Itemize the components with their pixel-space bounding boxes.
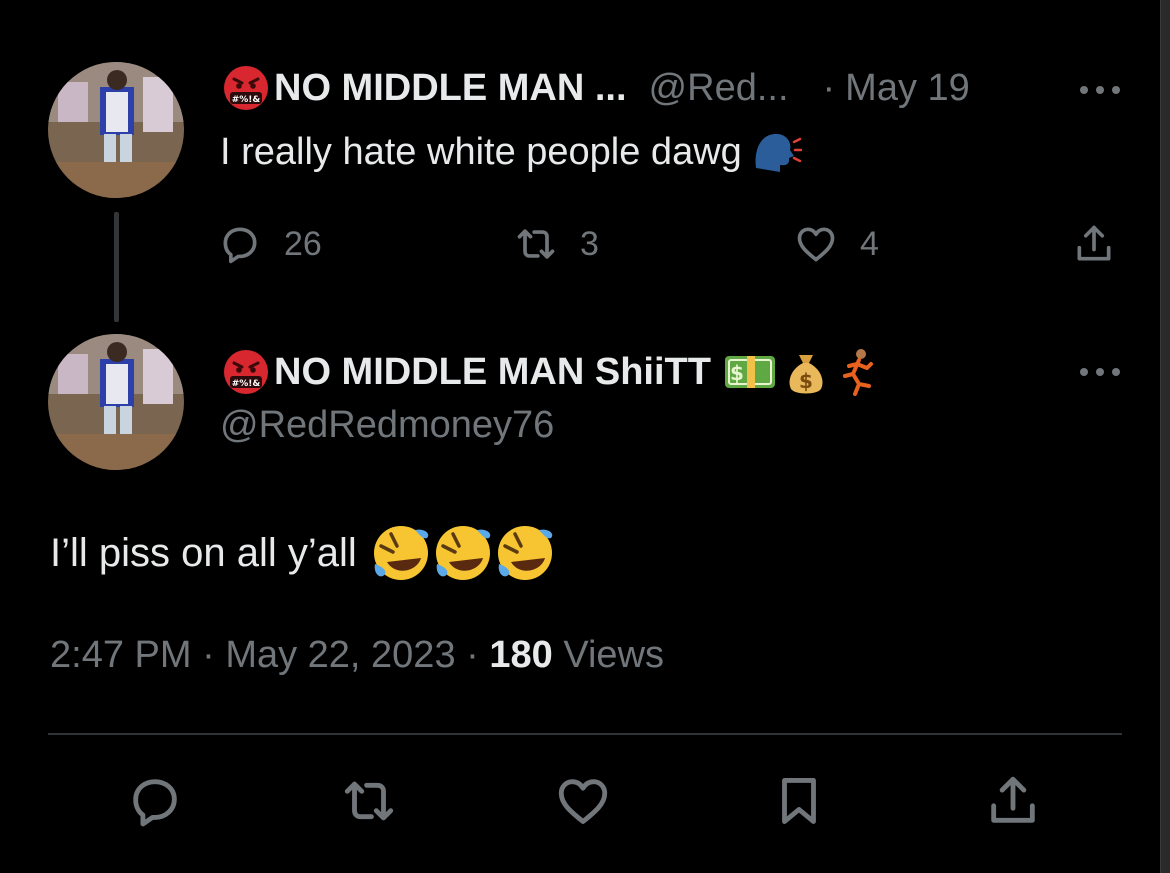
handle[interactable]: @RedRedmoney76 — [220, 404, 554, 447]
svg-text:$: $ — [799, 369, 813, 393]
retweet-count: 3 — [580, 224, 599, 263]
tweet-metadata: 2:47 PM · May 22, 2023 · 180 Views — [50, 634, 664, 677]
separator: · — [822, 66, 836, 109]
share-icon — [991, 776, 1035, 823]
separator: · — [202, 634, 215, 676]
divider — [48, 733, 1122, 735]
tweet2-text-row: I’ll piss on all y’all — [50, 522, 557, 584]
window-edge — [1160, 0, 1170, 873]
money-bag-icon: $ — [789, 355, 823, 394]
svg-text:$: $ — [730, 361, 744, 385]
avatar[interactable] — [48, 334, 184, 470]
tweet-date[interactable]: May 22, 2023 — [225, 634, 455, 676]
tweet1-text-row: I really hate white people dawg — [220, 128, 802, 176]
person-running-icon — [842, 349, 873, 396]
share-button[interactable] — [984, 772, 1042, 830]
handle-row: @RedRedmoney76 — [220, 404, 554, 447]
reply-button[interactable] — [126, 772, 184, 830]
retweet-button[interactable]: 3 — [514, 222, 599, 266]
tweet1-action-bar: 26 3 4 — [218, 222, 1118, 272]
tweet-date[interactable]: May 19 — [845, 67, 970, 110]
views-count[interactable]: 180 — [489, 634, 552, 676]
tweet-text: I’ll piss on all y’all — [50, 530, 357, 575]
bookmark-icon — [782, 778, 816, 824]
tweet-time[interactable]: 2:47 PM — [50, 634, 192, 676]
like-button[interactable] — [554, 772, 612, 830]
retweet-icon — [517, 229, 555, 259]
display-name[interactable]: NO MIDDLE MAN ... — [274, 67, 627, 110]
heart-icon — [558, 779, 608, 824]
reply-icon — [133, 779, 177, 827]
retweet-icon — [344, 781, 394, 821]
face-with-symbols-on-mouth-icon: #%!& — [224, 350, 268, 394]
rolling-on-floor-laughing-icon — [373, 526, 553, 580]
reply-icon — [223, 227, 257, 264]
svg-text:#%!&: #%!& — [232, 379, 261, 389]
svg-text:#%!&: #%!& — [232, 95, 261, 105]
separator: · — [466, 634, 479, 676]
views-label[interactable]: Views — [563, 634, 664, 676]
bookmark-button[interactable] — [770, 772, 828, 830]
retweet-button[interactable] — [340, 772, 398, 830]
thread-connector-line — [114, 212, 119, 322]
handle[interactable]: @Red... — [649, 67, 789, 110]
avatar[interactable] — [48, 62, 184, 198]
reply-button[interactable]: 26 — [218, 222, 322, 266]
tweet1-header: #%!& NO MIDDLE MAN ... @Red... · May 19 — [222, 64, 970, 112]
like-button[interactable]: 4 — [794, 222, 879, 266]
tweet-action-bar — [0, 772, 1170, 836]
share-button[interactable] — [1072, 222, 1138, 266]
heart-icon — [797, 227, 835, 262]
like-count: 4 — [860, 224, 879, 263]
speaking-head-icon — [755, 133, 802, 172]
reply-count: 26 — [284, 224, 322, 263]
display-name[interactable]: NO MIDDLE MAN ShiiTT — [274, 351, 711, 394]
more-options-icon[interactable] — [1076, 362, 1124, 382]
face-with-symbols-on-mouth-icon: #%!& — [224, 66, 268, 110]
more-options-icon[interactable] — [1076, 80, 1124, 100]
tweet-text: I really hate white people dawg — [220, 130, 742, 173]
share-icon — [1077, 225, 1111, 261]
dollar-banknote-icon: $ — [724, 356, 775, 388]
tweet2-header: #%!& NO MIDDLE MAN ShiiTT $ $ — [222, 346, 879, 398]
